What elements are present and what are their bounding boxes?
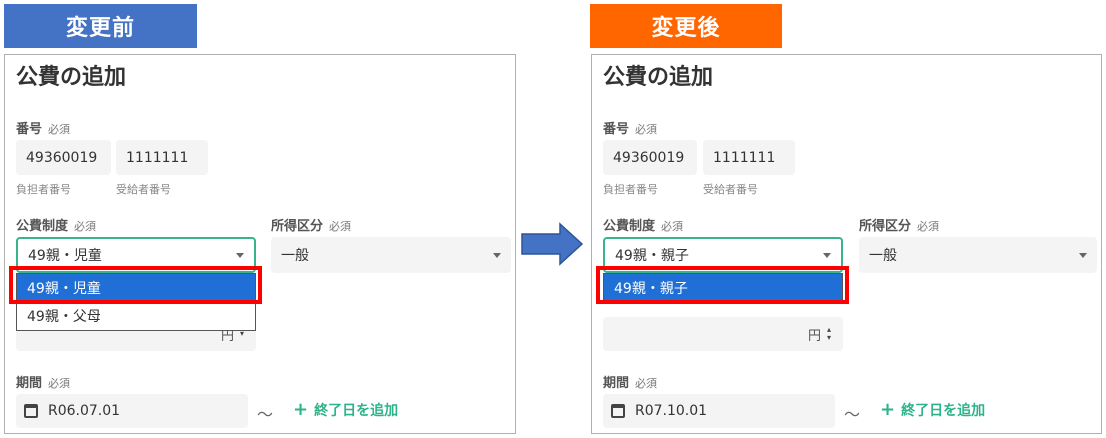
amount-input[interactable]: 円 ▴ ▾ — [603, 317, 843, 351]
recipient-number-caption: 受給者番号 — [116, 183, 171, 196]
calendar-icon — [611, 404, 625, 418]
after-tag: 変更後 — [590, 4, 782, 48]
income-label: 所得区分 必須 — [271, 219, 352, 234]
recipient-number-input[interactable]: 1111111 — [116, 140, 208, 175]
period-label: 期間 必須 — [16, 376, 71, 391]
form-title: 公費の追加 — [16, 65, 127, 90]
burden-number-caption: 負担者番号 — [603, 183, 658, 196]
number-label: 番号 必須 — [603, 122, 658, 137]
income-select[interactable]: 一般 — [859, 237, 1097, 273]
income-label: 所得区分 必須 — [859, 219, 940, 234]
system-label: 公費制度 必須 — [16, 219, 97, 234]
dropdown-option[interactable]: 49親・父母 — [17, 302, 255, 330]
add-end-date-button[interactable]: + 終了日を追加 — [293, 400, 398, 420]
period-label: 期間 必須 — [603, 376, 658, 391]
burden-number-input[interactable]: 49360019 — [16, 140, 111, 175]
stepper-icon[interactable]: ▴ ▾ — [827, 326, 831, 342]
form-title: 公費の追加 — [603, 65, 714, 90]
burden-number-input[interactable]: 49360019 — [603, 140, 697, 175]
after-panel: 公費の追加 番号 必須 49360019 1111111 負担者番号 受給者番号 … — [591, 54, 1102, 434]
recipient-number-input[interactable]: 1111111 — [703, 140, 795, 175]
chevron-down-icon — [823, 253, 831, 258]
before-panel: 公費の追加 番号 必須 49360019 1111111 負担者番号 受給者番号 … — [4, 54, 516, 434]
right-arrow-icon — [521, 222, 584, 266]
income-select[interactable]: 一般 — [271, 237, 511, 273]
recipient-number-caption: 受給者番号 — [703, 183, 758, 196]
plus-icon: + — [293, 399, 309, 420]
range-tilde: 〜 — [257, 405, 274, 424]
period-start-input[interactable]: R07.10.01 — [603, 394, 835, 428]
period-start-input[interactable]: R06.07.01 — [16, 394, 248, 428]
add-end-date-button[interactable]: + 終了日を追加 — [880, 400, 985, 420]
plus-icon: + — [880, 399, 896, 420]
highlight-box — [9, 266, 262, 304]
before-tag: 変更前 — [4, 4, 197, 48]
chevron-down-icon — [1079, 253, 1087, 258]
chevron-down-icon — [236, 253, 244, 258]
chevron-down-icon — [493, 253, 501, 258]
highlight-box — [596, 266, 849, 304]
number-label: 番号 必須 — [16, 122, 71, 137]
range-tilde: 〜 — [844, 405, 861, 424]
calendar-icon — [24, 404, 38, 418]
system-label: 公費制度 必須 — [603, 219, 684, 234]
burden-number-caption: 負担者番号 — [16, 183, 71, 196]
